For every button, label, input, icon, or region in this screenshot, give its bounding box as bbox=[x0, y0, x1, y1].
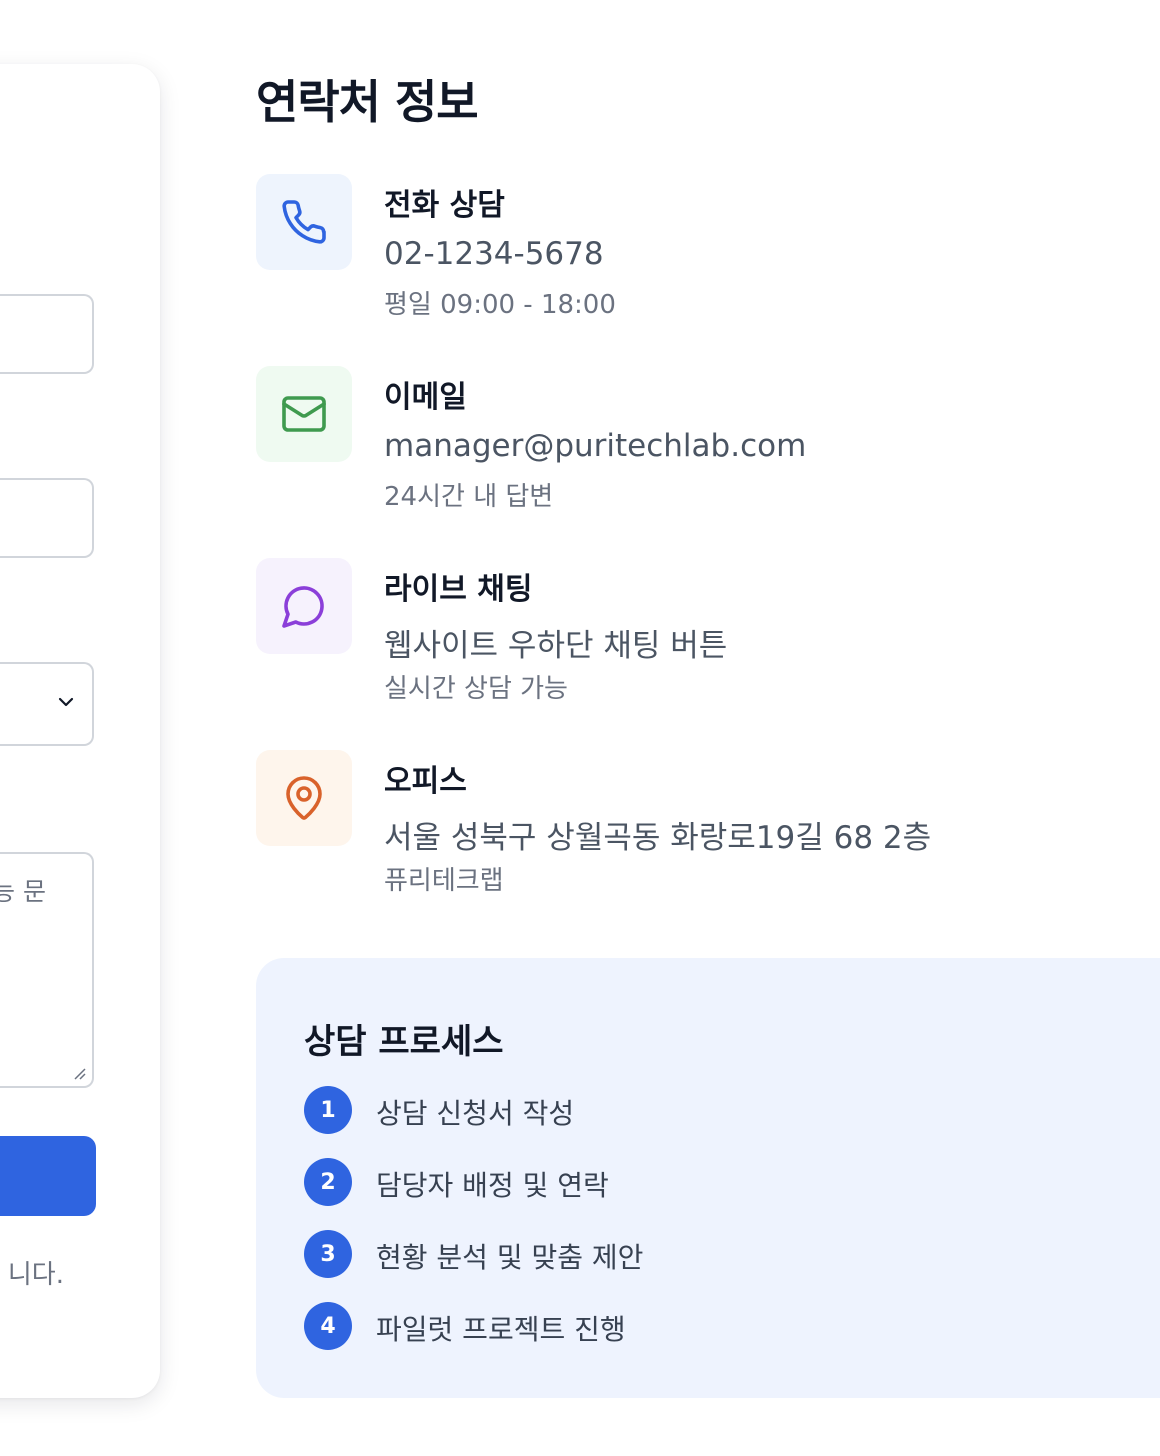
inquiry-type-select[interactable] bbox=[0, 662, 94, 746]
step-text: 담당자 배정 및 연락 bbox=[376, 1169, 609, 1202]
step-number-badge: 1 bbox=[304, 1086, 352, 1134]
contact-item-email: 이메일 manager@puritechlab.com 24시간 내 답변 bbox=[256, 366, 1136, 516]
contact-item-chat: 라이브 채팅 웹사이트 우하단 채팅 버튼 실시간 상담 가능 bbox=[256, 558, 1136, 708]
process-title: 상담 프로세스 bbox=[304, 1022, 504, 1062]
contact-info-title: 연락처 정보 bbox=[256, 75, 479, 129]
step-text: 파일럿 프로젝트 진행 bbox=[376, 1313, 626, 1346]
chat-location: 웹사이트 우하단 채팅 버튼 bbox=[384, 628, 728, 664]
mail-icon-box bbox=[256, 366, 352, 462]
email-address[interactable]: manager@puritechlab.com bbox=[384, 428, 806, 464]
consultation-process-box: 상담 프로세스 1 상담 신청서 작성 2 담당자 배정 및 연락 3 현황 분… bbox=[256, 958, 1160, 1398]
phone-hours: 평일 09:00 - 18:00 bbox=[384, 290, 616, 320]
phone-title: 전화 상담 bbox=[384, 188, 505, 223]
phone-number[interactable]: 02-1234-5678 bbox=[384, 236, 604, 272]
chat-icon bbox=[282, 586, 324, 628]
contact-item-phone: 전화 상담 02-1234-5678 평일 09:00 - 18:00 bbox=[256, 174, 1136, 324]
phone-icon bbox=[282, 200, 326, 244]
chat-availability: 실시간 상담 가능 bbox=[384, 674, 568, 704]
name-input[interactable] bbox=[0, 294, 94, 374]
message-textarea[interactable]: 능 문 bbox=[0, 852, 94, 1088]
chevron-down-icon bbox=[58, 697, 74, 707]
map-pin-icon-box bbox=[256, 750, 352, 846]
resize-handle-icon[interactable] bbox=[72, 1066, 86, 1080]
office-address: 서울 성북구 상월곡동 화랑로19길 68 2층 bbox=[384, 820, 932, 856]
chat-title: 라이브 채팅 bbox=[384, 572, 533, 607]
step-number-badge: 3 bbox=[304, 1230, 352, 1278]
email-response-time: 24시간 내 답변 bbox=[384, 482, 554, 512]
chat-icon-box bbox=[256, 558, 352, 654]
inquiry-form-card: 능 문 니다. bbox=[0, 64, 160, 1398]
submit-button[interactable] bbox=[0, 1136, 96, 1216]
step-text: 상담 신청서 작성 bbox=[376, 1097, 575, 1130]
office-name: 퓨리테크랩 bbox=[384, 866, 504, 896]
contact-item-office: 오피스 서울 성북구 상월곡동 화랑로19길 68 2층 퓨리테크랩 bbox=[256, 750, 1136, 900]
contact-input[interactable] bbox=[0, 478, 94, 558]
privacy-notice: 니다. bbox=[7, 1260, 64, 1290]
map-pin-icon bbox=[286, 776, 322, 820]
step-text: 현황 분석 및 맞춤 제안 bbox=[376, 1241, 644, 1274]
office-title: 오피스 bbox=[384, 764, 467, 799]
textarea-placeholder: 능 문 bbox=[0, 877, 46, 906]
phone-icon-box bbox=[256, 174, 352, 270]
email-title: 이메일 bbox=[384, 380, 467, 415]
mail-icon bbox=[282, 396, 326, 432]
step-number-badge: 2 bbox=[304, 1158, 352, 1206]
step-number-badge: 4 bbox=[304, 1302, 352, 1350]
